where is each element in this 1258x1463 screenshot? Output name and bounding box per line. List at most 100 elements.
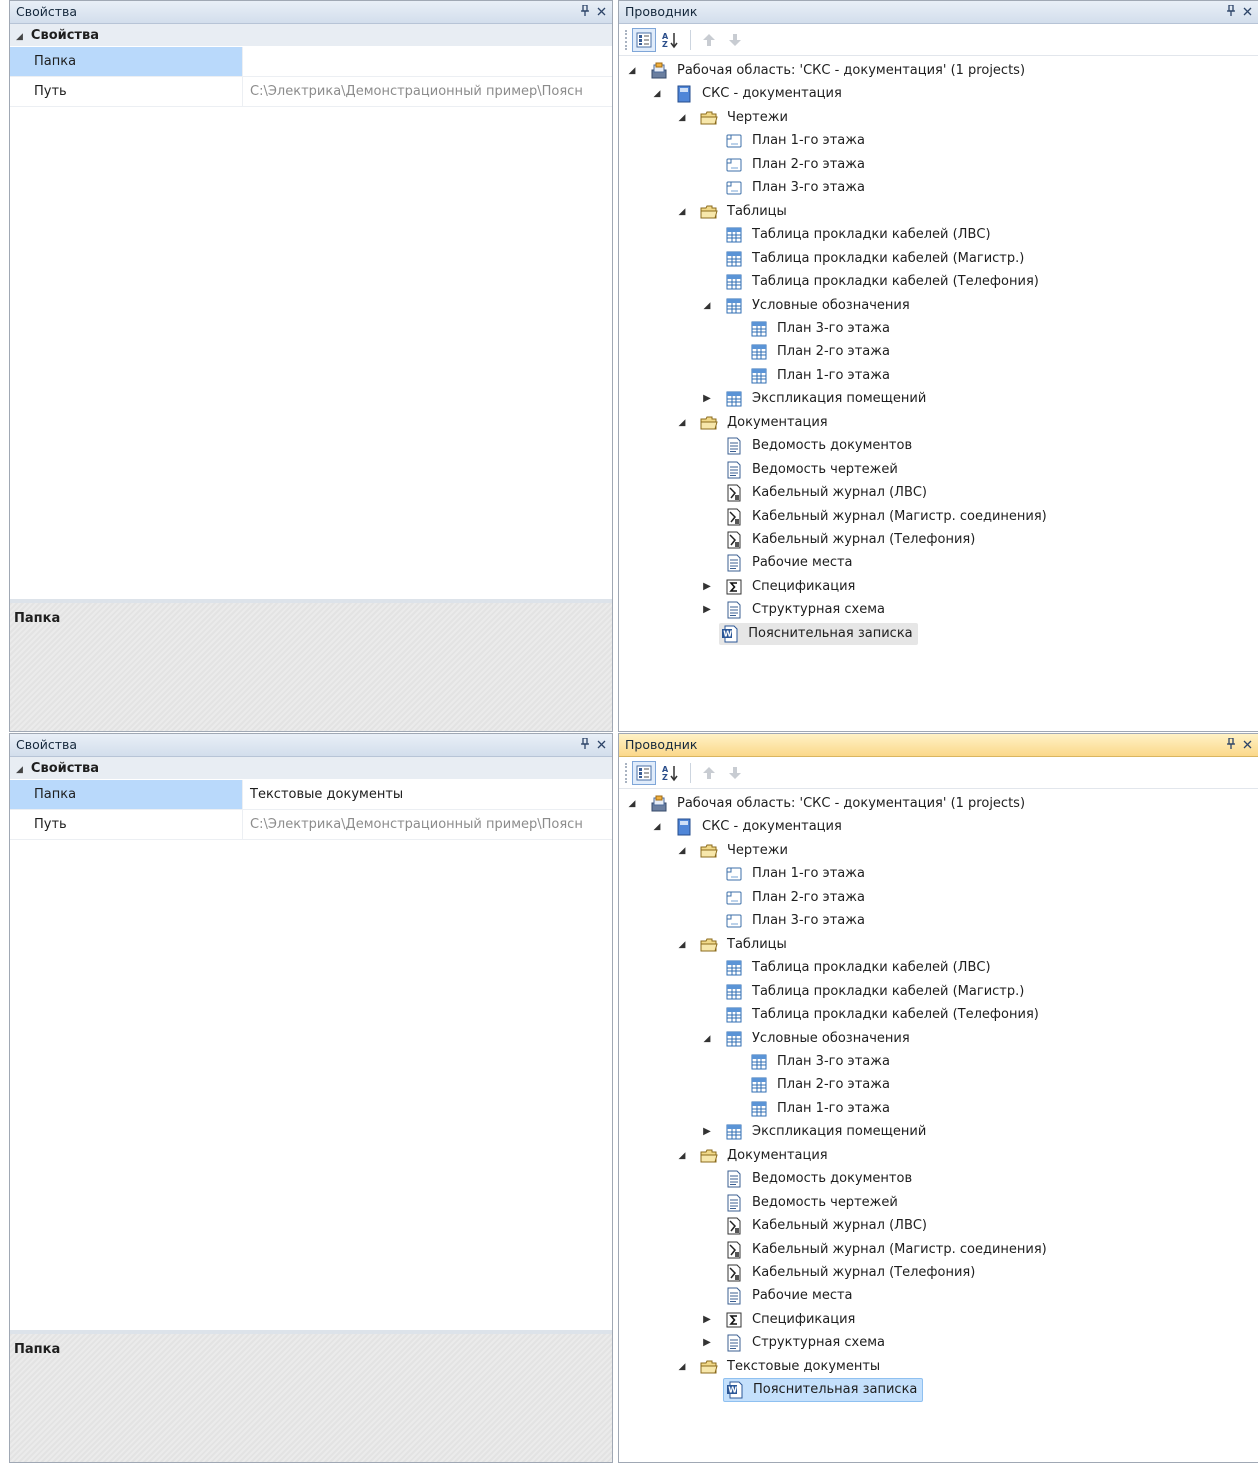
sort-az-button[interactable]: AZ [658,761,682,785]
move-down-button[interactable] [723,28,747,52]
tree-item-collapsed[interactable]: ▶ Спецификация [701,576,860,598]
pin-icon[interactable] [580,734,590,756]
tree-item[interactable]: Таблица прокладки кабелей (Телефония) [701,271,1044,293]
close-icon[interactable] [1243,734,1252,756]
tree-item[interactable]: Кабельный журнал (ЛВС) [701,482,932,504]
collapse-triangle-icon[interactable]: ◢ [676,1145,688,1167]
tree-item[interactable]: План 2-го этажа [726,341,895,363]
tree-item-collapsed[interactable]: ▶ Экспликация помещений [701,1121,931,1143]
tree-folder[interactable]: ◢ Чертежи [676,107,793,129]
property-value[interactable]: C:\Электрика\Демонстрационный пример\Поя… [242,810,612,839]
tree-item[interactable]: План 3-го этажа [726,318,895,340]
property-row-path[interactable]: Путь C:\Электрика\Демонстрационный приме… [10,810,612,840]
expand-triangle-icon[interactable]: ▶ [701,1309,713,1331]
tree-item[interactable]: Таблица прокладки кабелей (Телефония) [701,1004,1044,1026]
tree-item[interactable]: Ведомость чертежей [701,1192,903,1214]
property-row-path[interactable]: Путь C:\Электрика\Демонстрационный приме… [10,77,612,107]
collapse-triangle-icon[interactable]: ◢ [676,1356,688,1378]
tree-project[interactable]: ◢ СКС - документация [651,83,847,105]
expand-triangle-icon[interactable]: ▶ [701,576,713,598]
toolbar-grip[interactable] [625,29,628,50]
tree-item[interactable]: План 3-го этажа [726,1051,895,1073]
tree-item-collapsed[interactable]: ▶ Структурная схема [701,599,890,621]
tree-item[interactable]: W Пояснительная записка [701,1378,924,1403]
tree-item[interactable]: План 1-го этажа [701,130,870,152]
tree-item[interactable]: План 1-го этажа [726,1098,895,1120]
tree-folder[interactable]: ◢ Документация [676,1145,833,1167]
tree-item[interactable]: Кабельный журнал (Магистр. соединения) [701,1239,1052,1261]
tree-item-collapsed[interactable]: ▶ Структурная схема [701,1332,890,1354]
expand-triangle-icon[interactable]: ▶ [701,388,713,410]
tree-folder[interactable]: ◢ Таблицы [676,201,792,223]
pin-icon[interactable] [1226,1,1236,23]
property-value[interactable]: C:\Электрика\Демонстрационный пример\Поя… [242,77,612,106]
collapse-triangle-icon[interactable]: ◢ [16,759,23,782]
tree-item[interactable]: Рабочие места [701,552,858,574]
tree-item[interactable]: План 1-го этажа [726,365,895,387]
collapse-triangle-icon[interactable]: ◢ [701,1028,713,1050]
tree-subgroup[interactable]: ◢ Условные обозначения [701,1028,915,1050]
close-icon[interactable] [1243,1,1252,23]
property-category[interactable]: ◢ Свойства [10,757,612,780]
expand-triangle-icon[interactable]: ▶ [701,1121,713,1143]
pin-icon[interactable] [1226,734,1236,756]
close-icon[interactable] [597,734,606,756]
collapse-triangle-icon[interactable]: ◢ [676,412,688,434]
property-value[interactable] [242,47,612,76]
categorized-view-button[interactable] [632,27,656,52]
tree-item[interactable]: Таблица прокладки кабелей (Магистр.) [701,981,1029,1003]
tree-item[interactable]: План 2-го этажа [701,154,870,176]
toolbar-grip[interactable] [625,762,628,783]
property-row-folder[interactable]: Папка Текстовые документы [10,780,612,810]
tree-item[interactable]: Рабочие места [701,1285,858,1307]
sort-az-button[interactable]: AZ [658,28,682,52]
collapse-triangle-icon[interactable]: ◢ [676,107,688,129]
collapse-triangle-icon[interactable]: ◢ [16,26,23,49]
tree-folder[interactable]: ◢ Текстовые документы [676,1356,885,1378]
tree-item[interactable]: Кабельный журнал (ЛВС) [701,1215,932,1237]
tree-folder[interactable]: ◢ Документация [676,412,833,434]
collapse-triangle-icon[interactable]: ◢ [676,840,688,862]
collapse-triangle-icon[interactable]: ◢ [676,934,688,956]
tree-folder[interactable]: ◢ Таблицы [676,934,792,956]
close-icon[interactable] [597,1,606,23]
tree-item[interactable]: План 3-го этажа [701,910,870,932]
move-up-button[interactable] [697,28,721,52]
tree-folder[interactable]: ◢ Чертежи [676,840,793,862]
tree-project[interactable]: ◢ СКС - документация [651,816,847,838]
tree-item[interactable]: Кабельный журнал (Телефония) [701,529,980,551]
tree-item[interactable]: Кабельный журнал (Телефония) [701,1262,980,1284]
tree-item[interactable]: Таблица прокладки кабелей (ЛВС) [701,224,996,246]
move-up-button[interactable] [697,761,721,785]
expand-triangle-icon[interactable]: ▶ [701,1332,713,1354]
collapse-triangle-icon[interactable]: ◢ [701,295,713,317]
property-value[interactable]: Текстовые документы [242,780,612,809]
tree-item[interactable]: План 2-го этажа [701,887,870,909]
tree-item[interactable]: План 3-го этажа [701,177,870,199]
collapse-triangle-icon[interactable]: ◢ [651,816,663,838]
collapse-triangle-icon[interactable]: ◢ [651,83,663,105]
tree-item[interactable]: Ведомость документов [701,435,917,457]
collapse-triangle-icon[interactable]: ◢ [626,60,638,82]
tree-workspace[interactable]: ◢ Рабочая область: 'СКС - документация' (… [626,60,1030,82]
tree-item-collapsed[interactable]: ▶ Спецификация [701,1309,860,1331]
pin-icon[interactable] [580,1,590,23]
property-row-folder[interactable]: Папка [10,47,612,77]
expand-triangle-icon[interactable]: ▶ [701,599,713,621]
tree-item[interactable]: План 1-го этажа [701,863,870,885]
move-down-button[interactable] [723,761,747,785]
tree-item[interactable]: W Пояснительная записка [697,622,918,645]
tree-item[interactable]: План 2-го этажа [726,1074,895,1096]
tree-item[interactable]: Ведомость документов [701,1168,917,1190]
categorized-view-button[interactable] [632,760,656,785]
collapse-triangle-icon[interactable]: ◢ [626,793,638,815]
collapse-triangle-icon[interactable]: ◢ [676,201,688,223]
property-category[interactable]: ◢ Свойства [10,24,612,47]
tree-item[interactable]: Таблица прокладки кабелей (Магистр.) [701,248,1029,270]
tree-item[interactable]: Таблица прокладки кабелей (ЛВС) [701,957,996,979]
tree-subgroup[interactable]: ◢ Условные обозначения [701,295,915,317]
tree-item-collapsed[interactable]: ▶ Экспликация помещений [701,388,931,410]
tree-item[interactable]: Ведомость чертежей [701,459,903,481]
tree-workspace[interactable]: ◢ Рабочая область: 'СКС - документация' (… [626,793,1030,815]
tree-item[interactable]: Кабельный журнал (Магистр. соединения) [701,506,1052,528]
